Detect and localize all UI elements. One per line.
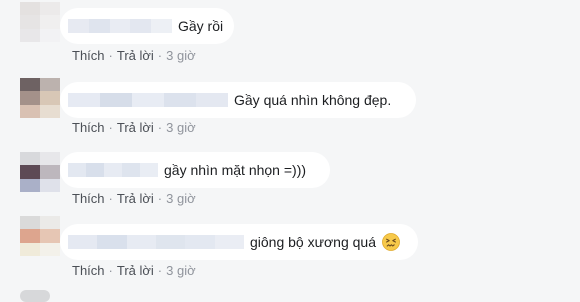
commenter-name-redacted[interactable] bbox=[68, 235, 244, 249]
comment-timestamp[interactable]: 3 giờ bbox=[166, 120, 196, 135]
comment-text: giông bộ xương quá bbox=[250, 234, 376, 250]
avatar[interactable] bbox=[20, 290, 50, 302]
separator-dot: · bbox=[108, 48, 113, 63]
name-blur-block bbox=[104, 163, 122, 177]
separator-dot: · bbox=[157, 120, 163, 135]
name-blur-block bbox=[68, 19, 89, 33]
comment-bubble: Gầy rồi bbox=[60, 8, 234, 44]
name-blur-block bbox=[100, 93, 132, 107]
comment-bubble: gầy nhìn mặt nhọn =))) bbox=[60, 152, 330, 188]
name-blur-block bbox=[126, 235, 156, 249]
comment-actions: Thích · Trả lời · 3 giờ bbox=[72, 263, 196, 278]
avatar[interactable] bbox=[20, 2, 60, 42]
comment-text: Gầy rồi bbox=[177, 18, 224, 34]
avatar[interactable] bbox=[20, 78, 60, 118]
like-link[interactable]: Thích bbox=[72, 48, 105, 63]
separator-dot: · bbox=[157, 263, 163, 278]
comment-bubble: giông bộ xương quá bbox=[60, 224, 418, 260]
name-blur-block bbox=[140, 163, 158, 177]
comment-timestamp[interactable]: 3 giờ bbox=[166, 191, 196, 206]
name-blur-block bbox=[196, 93, 228, 107]
comment-actions: Thích · Trả lời · 3 giờ bbox=[72, 191, 196, 206]
name-blur-block bbox=[109, 19, 131, 33]
commenter-name-redacted[interactable] bbox=[68, 19, 172, 33]
reply-link[interactable]: Trả lời bbox=[117, 48, 154, 63]
name-blur-block bbox=[214, 235, 244, 249]
name-blur-block bbox=[164, 93, 196, 107]
name-blur-block bbox=[68, 93, 100, 107]
name-blur-block bbox=[130, 19, 152, 33]
name-blur-block bbox=[155, 235, 186, 249]
name-blur-block bbox=[68, 163, 86, 177]
separator-dot: · bbox=[108, 120, 113, 135]
comment-bubble: Gầy quá nhìn không đẹp. bbox=[60, 82, 416, 118]
name-blur-block bbox=[122, 163, 140, 177]
comment-text: gầy nhìn mặt nhọn =))) bbox=[164, 162, 307, 178]
separator-dot: · bbox=[157, 191, 163, 206]
name-blur-block bbox=[132, 93, 164, 107]
commenter-name-redacted[interactable] bbox=[68, 163, 158, 177]
name-blur-block bbox=[97, 235, 127, 249]
like-link[interactable]: Thích bbox=[72, 120, 105, 135]
name-blur-block bbox=[88, 19, 110, 33]
name-blur-block bbox=[185, 235, 215, 249]
confounded-face-icon bbox=[382, 233, 400, 251]
separator-dot: · bbox=[108, 263, 113, 278]
comment-timestamp[interactable]: 3 giờ bbox=[166, 48, 196, 63]
comment-actions: Thích · Trả lời · 3 giờ bbox=[72, 120, 196, 135]
comment-actions: Thích · Trả lời · 3 giờ bbox=[72, 48, 196, 63]
reply-link[interactable]: Trả lời bbox=[117, 263, 154, 278]
like-link[interactable]: Thích bbox=[72, 263, 105, 278]
reply-link[interactable]: Trả lời bbox=[117, 191, 154, 206]
name-blur-block bbox=[151, 19, 172, 33]
separator-dot: · bbox=[157, 48, 163, 63]
like-link[interactable]: Thích bbox=[72, 191, 105, 206]
separator-dot: · bbox=[108, 191, 113, 206]
commenter-name-redacted[interactable] bbox=[68, 93, 228, 107]
name-blur-block bbox=[86, 163, 104, 177]
reply-link[interactable]: Trả lời bbox=[117, 120, 154, 135]
name-blur-block bbox=[68, 235, 98, 249]
avatar[interactable] bbox=[20, 152, 60, 192]
comment-timestamp[interactable]: 3 giờ bbox=[166, 263, 196, 278]
avatar[interactable] bbox=[20, 216, 60, 256]
comment-text: Gầy quá nhìn không đẹp. bbox=[234, 92, 392, 108]
